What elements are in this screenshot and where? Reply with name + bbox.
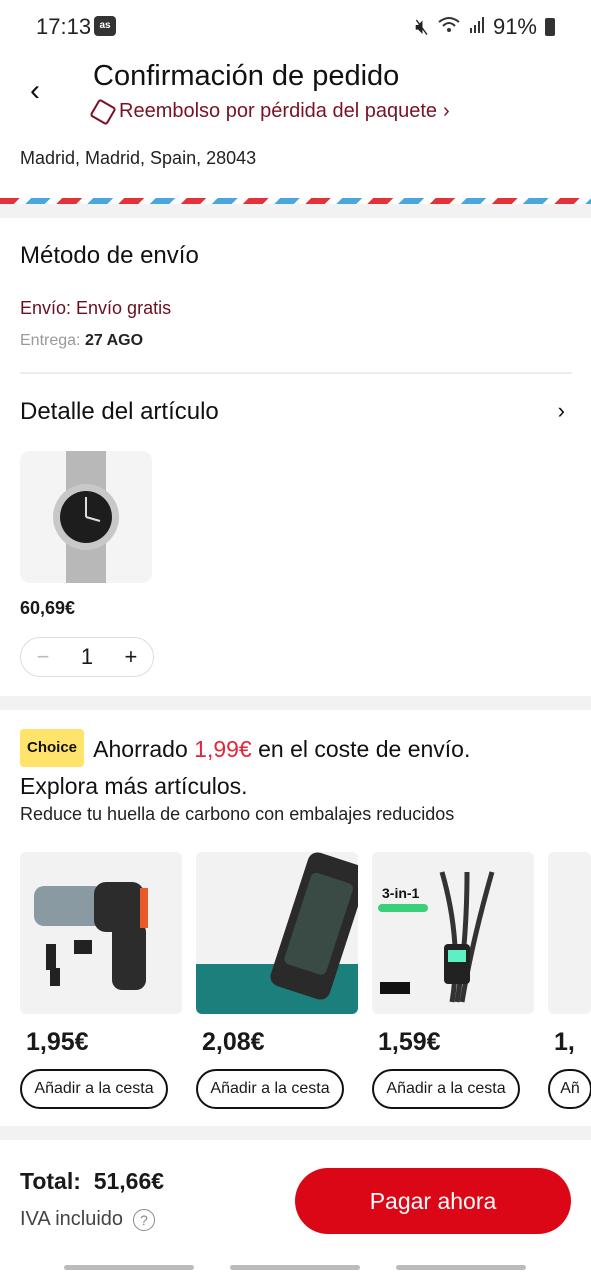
product-price: 1,95€ [26,1028,89,1056]
order-total: Total: 51,66€ [20,1168,164,1195]
product-card[interactable]: 1, Añ [548,852,591,1109]
package-icon [89,97,117,126]
explore-text: Explora más artículos. [20,773,248,799]
delivery-info: Entrega: 27 AGO [20,332,143,350]
iva-note: IVA incluido ? [20,1208,156,1231]
product-image[interactable] [196,852,358,1014]
status-time: 17:13 [36,14,92,39]
quantity-value: 1 [80,644,94,669]
shipping-address: Madrid, Madrid, Spain, 28043 [20,148,257,168]
product-price: 2,08€ [202,1028,265,1056]
iva-label: IVA incluido [20,1208,124,1230]
nav-gesture-home[interactable] [230,1265,360,1270]
total-label: Total: [20,1168,81,1194]
mute-icon: 🔇︎ [415,14,429,39]
product-image[interactable]: 3-in-1 [372,852,534,1014]
refund-link[interactable]: Reembolso por pérdida del paquete › [89,97,450,126]
choice-badge: Choice [20,729,85,767]
nav-gesture-right[interactable] [396,1265,526,1270]
signal-icon [469,14,485,40]
system-nav-bar [0,1256,591,1280]
item-detail-title[interactable]: Detalle del artículo [20,398,219,426]
svg-text:3-in-1: 3-in-1 [382,885,420,901]
total-value: 51,66€ [93,1168,165,1194]
saved-suffix: en el coste de envío. [258,736,471,763]
carrier-logo: as [94,16,116,36]
page-title: Confirmación de pedido [93,60,400,92]
battery-icon [545,18,555,36]
saved-amount: 1,99€ [194,736,252,763]
product-card[interactable]: 3-in-1 1,59€ Añadir a la cesta [372,852,534,1109]
delivery-label: Entrega: [20,332,81,349]
section-gap [0,204,591,218]
wifi-icon [437,14,461,40]
add-to-cart-button[interactable]: Añ [548,1069,591,1109]
item-price: 60,69€ [20,598,76,618]
status-bar: 17:13 as 🔇︎ 91% [0,0,591,55]
plus-button[interactable]: + [124,644,137,670]
divider [20,372,572,374]
quantity-stepper[interactable]: − 1 + [20,637,154,677]
add-to-cart-button[interactable]: Añadir a la cesta [372,1069,520,1109]
shipping-title: Método de envío [20,242,199,269]
saved-prefix: Ahorrado [93,736,188,763]
help-icon[interactable]: ? [133,1208,156,1231]
battery-text: 91% [492,14,537,39]
product-card[interactable]: 1,95€ Añadir a la cesta [20,852,182,1109]
status-icons: 🔇︎ 91% [415,14,555,40]
shipping-method: Envío: Envío gratis [20,298,172,318]
pay-now-button[interactable]: Pagar ahora [295,1168,571,1234]
add-to-cart-button[interactable]: Añadir a la cesta [196,1069,344,1109]
product-price: 1,59€ [378,1028,441,1056]
minus-button[interactable]: − [37,644,50,670]
product-image[interactable] [20,852,182,1014]
section-gap [0,696,591,710]
add-to-cart-button[interactable]: Añadir a la cesta [20,1069,168,1109]
nav-gesture-left[interactable] [64,1265,194,1270]
product-card[interactable]: 2,08€ Añadir a la cesta [196,852,358,1109]
chevron-right-icon[interactable]: › [558,398,565,424]
product-thumbnail[interactable] [20,451,152,583]
refund-label: Reembolso por pérdida del paquete [119,100,437,122]
product-price: 1, [554,1028,575,1056]
delivery-date: 27 AGO [84,332,144,349]
choice-promo: Choice Ahorrado 1,99€ en el coste de env… [20,729,575,802]
carbon-text: Reduce tu huella de carbono con embalaje… [20,804,455,824]
chevron-right-icon: › [443,100,450,122]
section-gap [0,1126,591,1140]
product-image[interactable] [548,852,591,1014]
back-icon[interactable]: ‹ [30,74,60,108]
